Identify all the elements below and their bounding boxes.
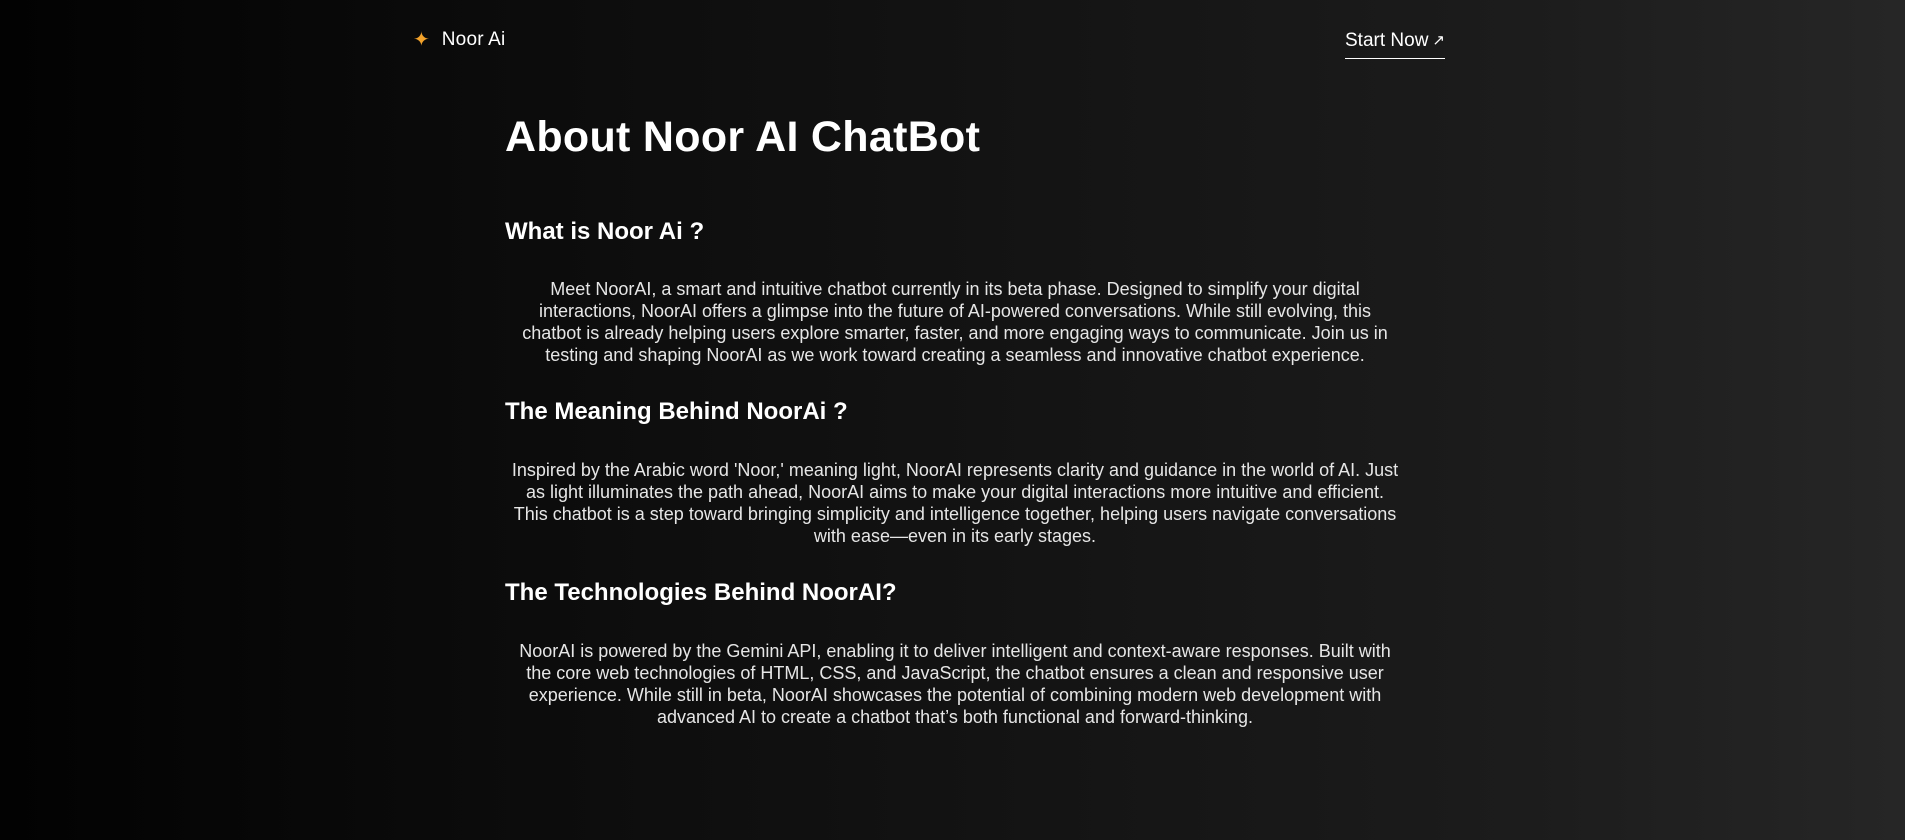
- sparkle-icon: ✦: [413, 29, 430, 51]
- section-paragraph: Meet NoorAI, a smart and intuitive chatb…: [522, 279, 1388, 366]
- brand-name: Noor Ai: [441, 29, 506, 50]
- section-technologies: The Technologies Behind NoorAI? NoorAI i…: [505, 579, 1405, 728]
- section-meaning: The Meaning Behind NoorAi ? Inspired by …: [505, 398, 1405, 547]
- brand-logo[interactable]: ✦ Noor Ai: [413, 29, 505, 51]
- section-paragraph: NoorAI is powered by the Gemini API, ena…: [519, 640, 1391, 727]
- section-heading: What is Noor Ai ?: [505, 217, 705, 245]
- section-paragraph: Inspired by the Arabic word 'Noor,' mean…: [511, 460, 1399, 547]
- start-now-label: Start Now: [1345, 29, 1429, 51]
- section-what-is: What is Noor Ai ? Meet NoorAI, a smart a…: [505, 218, 1405, 367]
- page-title: About Noor AI ChatBot: [505, 113, 981, 161]
- start-now-link[interactable]: Start Now ↗: [1345, 30, 1445, 59]
- navbar: ✦ Noor Ai Start Now ↗: [413, 22, 1445, 59]
- section-heading: The Technologies Behind NoorAI?: [505, 579, 897, 607]
- section-heading: The Meaning Behind NoorAi ?: [505, 398, 848, 426]
- arrow-up-right-icon: ↗: [1432, 32, 1445, 49]
- about-content: About Noor AI ChatBot What is Noor Ai ? …: [505, 112, 1405, 760]
